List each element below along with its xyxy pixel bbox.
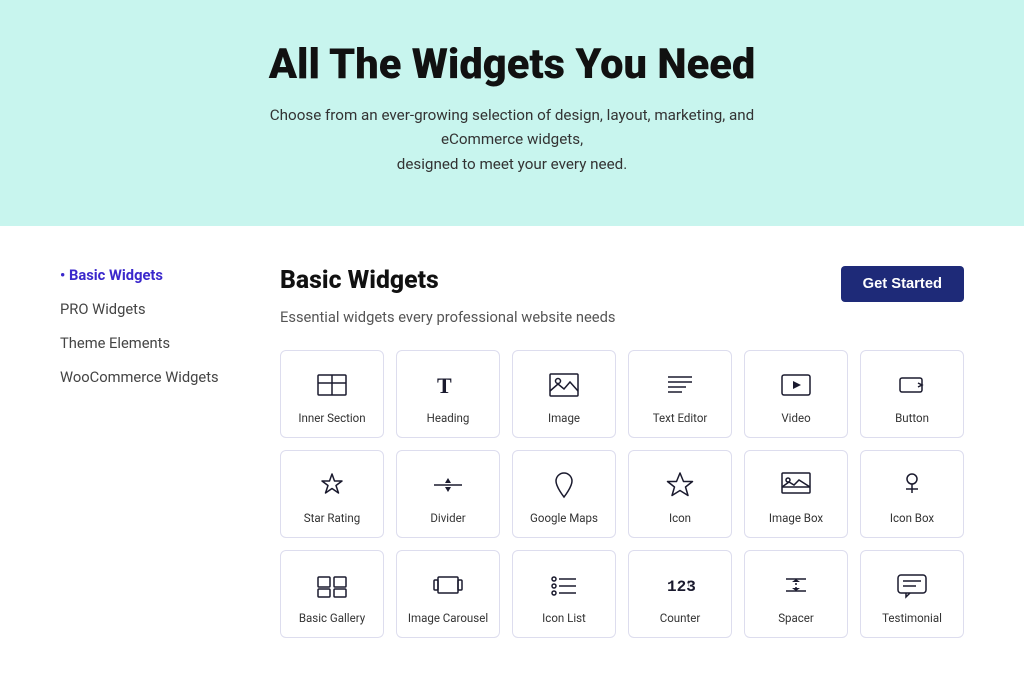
divider-icon (430, 467, 466, 503)
widget-star-rating-label: Star Rating (304, 511, 360, 525)
image-box-icon (778, 467, 814, 503)
widget-grid: Inner Section T Heading Image (280, 350, 964, 638)
widget-google-maps[interactable]: Google Maps (512, 450, 616, 538)
hero-subtitle: Choose from an ever-growing selection of… (252, 103, 772, 176)
widget-text-editor[interactable]: Text Editor (628, 350, 732, 438)
widget-text-editor-label: Text Editor (653, 411, 708, 425)
text-editor-icon (662, 367, 698, 403)
widget-inner-section[interactable]: Inner Section (280, 350, 384, 438)
widget-counter[interactable]: 123↑ Counter (628, 550, 732, 638)
sidebar-item-theme[interactable]: Theme Elements (60, 334, 220, 352)
widget-testimonial[interactable]: Testimonial (860, 550, 964, 638)
section-title: Basic Widgets (280, 266, 439, 295)
sidebar-item-woo[interactable]: WooCommerce Widgets (60, 368, 220, 386)
widget-image-label: Image (548, 411, 580, 425)
widget-heading-label: Heading (427, 411, 470, 425)
sidebar: Basic Widgets PRO Widgets Theme Elements… (60, 266, 220, 402)
sidebar-item-basic[interactable]: Basic Widgets (60, 266, 220, 284)
widget-video[interactable]: Video (744, 350, 848, 438)
hero-section: All The Widgets You Need Choose from an … (0, 0, 1024, 226)
star-rating-icon (314, 467, 350, 503)
spacer-icon (778, 567, 814, 603)
widget-google-maps-label: Google Maps (530, 511, 598, 525)
widget-testimonial-label: Testimonial (882, 611, 942, 625)
icon-box-icon (894, 467, 930, 503)
testimonial-icon (894, 567, 930, 603)
widget-icon-label: Icon (669, 511, 691, 525)
widget-icon-list[interactable]: Icon List (512, 550, 616, 638)
svg-text:T: T (437, 373, 452, 398)
section-subtitle: Essential widgets every professional web… (280, 308, 964, 326)
widget-image-carousel[interactable]: Image Carousel (396, 550, 500, 638)
inner-section-icon (314, 367, 350, 403)
widget-basic-gallery-label: Basic Gallery (299, 611, 365, 625)
widget-inner-section-label: Inner Section (298, 411, 365, 425)
widget-basic-gallery[interactable]: Basic Gallery (280, 550, 384, 638)
widget-icon[interactable]: Icon (628, 450, 732, 538)
video-icon (778, 367, 814, 403)
widget-heading[interactable]: T Heading (396, 350, 500, 438)
svg-text:↑: ↑ (686, 578, 691, 589)
widget-divider[interactable]: Divider (396, 450, 500, 538)
svg-text:123: 123 (667, 578, 696, 596)
widget-button-label: Button (895, 411, 929, 425)
image-carousel-icon (430, 567, 466, 603)
widget-icon-box-label: Icon Box (890, 511, 934, 525)
widget-image-box[interactable]: Image Box (744, 450, 848, 538)
button-icon (894, 367, 930, 403)
widget-button[interactable]: Button (860, 350, 964, 438)
image-icon (546, 367, 582, 403)
widget-image-carousel-label: Image Carousel (408, 611, 488, 625)
main-layout: Basic Widgets PRO Widgets Theme Elements… (0, 226, 1024, 678)
widget-counter-label: Counter (660, 611, 701, 625)
icon-widget-icon (662, 467, 698, 503)
counter-icon: 123↑ (662, 567, 698, 603)
icon-list-icon (546, 567, 582, 603)
widget-spacer-label: Spacer (778, 611, 814, 625)
widget-icon-box[interactable]: Icon Box (860, 450, 964, 538)
google-maps-icon (546, 467, 582, 503)
widget-spacer[interactable]: Spacer (744, 550, 848, 638)
widget-image-box-label: Image Box (769, 511, 823, 525)
basic-gallery-icon (314, 567, 350, 603)
widget-star-rating[interactable]: Star Rating (280, 450, 384, 538)
content-area: Basic Widgets Get Started Essential widg… (280, 266, 964, 638)
get-started-button[interactable]: Get Started (841, 266, 964, 302)
sidebar-item-pro[interactable]: PRO Widgets (60, 300, 220, 318)
hero-title: All The Widgets You Need (20, 40, 1004, 89)
widget-divider-label: Divider (430, 511, 465, 525)
widget-image[interactable]: Image (512, 350, 616, 438)
widget-video-label: Video (781, 411, 810, 425)
content-header: Basic Widgets Get Started (280, 266, 964, 302)
widget-icon-list-label: Icon List (542, 611, 586, 625)
heading-icon: T (430, 367, 466, 403)
